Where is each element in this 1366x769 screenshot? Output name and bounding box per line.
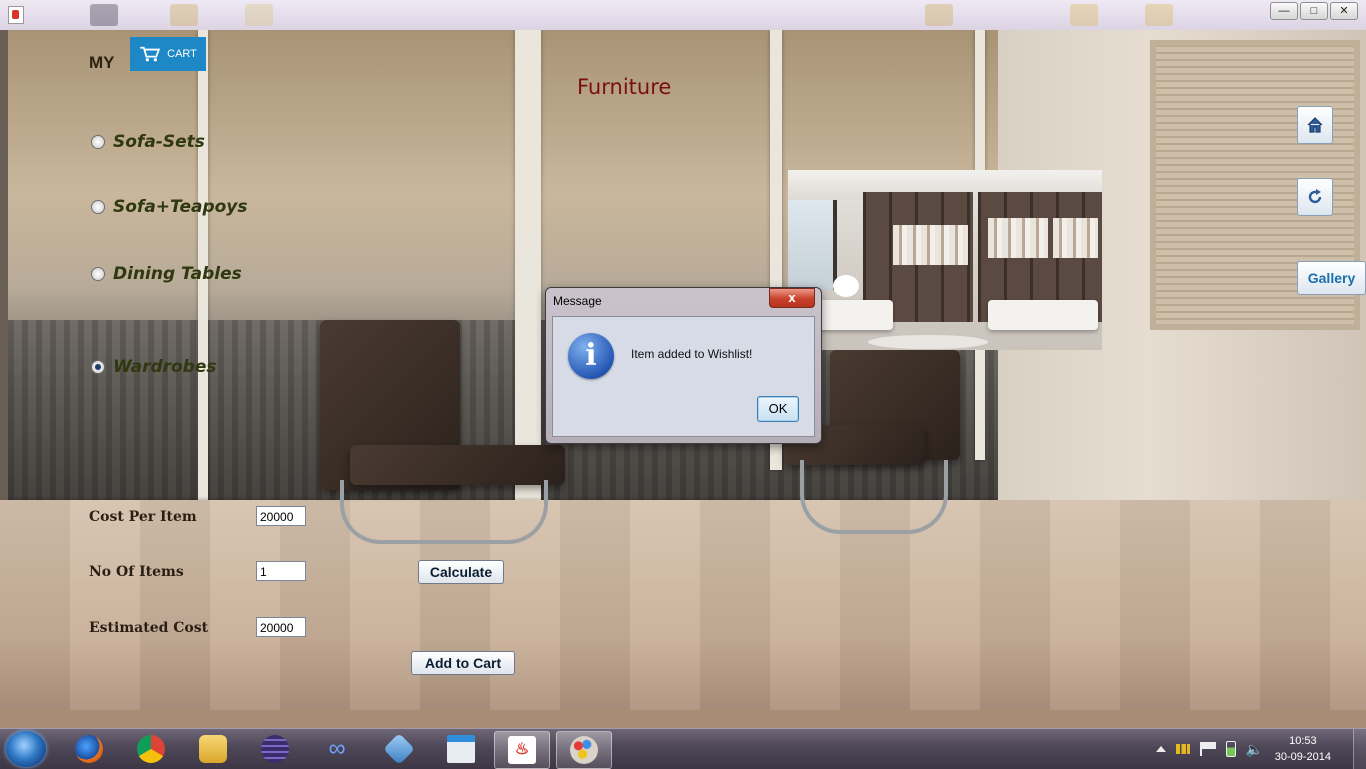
paint-icon[interactable] — [556, 731, 612, 769]
message-dialog: Message x i Item added to Wishlist! OK — [545, 287, 822, 444]
radio-button[interactable] — [91, 267, 105, 281]
taskbar: ∞ ♨ 🔈 10:53 30-09-2014 — [0, 728, 1366, 769]
radio-button[interactable] — [91, 200, 105, 214]
image-bench — [988, 300, 1098, 330]
clock-time: 10:53 — [1289, 735, 1317, 747]
eclipse-icon[interactable] — [248, 731, 302, 767]
desktop-ghost-icon — [245, 4, 273, 26]
image-clothes — [1053, 218, 1098, 258]
estimated-cost-label: Estimated Cost — [89, 620, 209, 636]
dialog-title: Message — [553, 294, 602, 308]
desktop-ghost-icon — [1070, 4, 1098, 26]
refresh-icon — [1308, 189, 1322, 204]
wardrobe-product-image — [788, 170, 1102, 350]
platform-edge — [0, 710, 1366, 728]
estimated-cost-field[interactable]: 20000 — [256, 617, 306, 637]
file-explorer-icon[interactable] — [186, 731, 240, 767]
window-title-bar: — □ ✕ — [0, 0, 1366, 31]
no-of-items-label: No Of Items — [89, 564, 184, 580]
image-clothes — [893, 225, 968, 265]
signal-icon[interactable] — [1175, 744, 1190, 754]
desktop-ghost-icon — [90, 4, 118, 26]
chair-leg — [800, 460, 948, 534]
dialog-close-button[interactable]: x — [769, 288, 815, 308]
category-label: Sofa-Sets — [113, 132, 205, 152]
java-icon[interactable]: ♨ — [494, 731, 550, 769]
add-to-cart-button[interactable]: Add to Cart — [411, 651, 515, 675]
desktop-ghost-icon — [1145, 4, 1173, 26]
firefox-icon[interactable] — [62, 731, 116, 767]
dialog-body: i Item added to Wishlist! OK — [552, 316, 815, 437]
start-button[interactable] — [6, 731, 46, 767]
category-option-sofa-teapoys[interactable]: Sofa+Teapoys — [91, 197, 248, 217]
lounge-chair-seat — [350, 445, 565, 485]
my-label: MY — [89, 53, 115, 72]
chevron-up-icon[interactable] — [1155, 746, 1166, 752]
chrome-icon[interactable] — [124, 731, 178, 767]
chair-leg — [340, 480, 548, 544]
cost-per-item-label: Cost Per Item — [89, 509, 197, 525]
window-mullion — [515, 30, 541, 500]
calculate-button[interactable]: Calculate — [418, 560, 504, 584]
image-window — [788, 200, 837, 290]
home-icon — [1307, 117, 1323, 133]
category-label: Wardrobes — [113, 357, 217, 377]
image-rug — [868, 335, 988, 349]
desktop-ghost-icon — [170, 4, 198, 26]
page-title: Furniture — [577, 75, 672, 99]
cart-label: CART — [167, 48, 197, 60]
category-label: Dining Tables — [113, 264, 242, 284]
cart-button[interactable]: CART — [130, 37, 206, 71]
gallery-button[interactable]: Gallery — [1297, 261, 1366, 295]
app-window-icon[interactable] — [434, 731, 488, 767]
radio-button[interactable] — [91, 135, 105, 149]
speaker-icon[interactable]: 🔈 — [1246, 742, 1263, 756]
info-icon: i — [568, 333, 614, 379]
image-clothes — [988, 218, 1048, 258]
category-option-sofa-sets[interactable]: Sofa-Sets — [91, 132, 205, 152]
home-button[interactable] — [1297, 106, 1333, 144]
virtualbox-icon[interactable] — [372, 731, 426, 767]
clock-date: 30-09-2014 — [1274, 751, 1331, 763]
wooden-floor — [0, 500, 1366, 728]
radio-button-selected[interactable] — [91, 360, 105, 374]
refresh-button[interactable] — [1297, 178, 1333, 216]
category-option-dining-tables[interactable]: Dining Tables — [91, 264, 242, 284]
battery-icon[interactable] — [1225, 741, 1236, 757]
maximize-icon[interactable]: □ — [1300, 2, 1328, 20]
close-icon[interactable]: ✕ — [1330, 2, 1358, 20]
no-of-items-field[interactable]: 1 — [256, 561, 306, 581]
visual-studio-icon[interactable]: ∞ — [310, 731, 364, 767]
image-lamp — [833, 275, 859, 297]
flag-icon[interactable] — [1199, 742, 1216, 756]
window-controls: — □ ✕ — [1268, 2, 1358, 20]
system-tray: 🔈 10:53 30-09-2014 — [1151, 729, 1366, 769]
clock[interactable]: 10:53 30-09-2014 — [1275, 733, 1331, 765]
desktop-ghost-icon — [925, 4, 953, 26]
ok-button[interactable]: OK — [757, 396, 799, 422]
minimize-icon[interactable]: — — [1270, 2, 1298, 20]
category-option-wardrobes[interactable]: Wardrobes — [91, 357, 217, 377]
cost-per-item-field[interactable]: 20000 — [256, 506, 306, 526]
category-label: Sofa+Teapoys — [113, 197, 248, 217]
java-app-icon — [8, 6, 24, 24]
shopping-cart-icon — [140, 46, 161, 62]
dialog-message: Item added to Wishlist! — [631, 347, 753, 361]
show-desktop-button[interactable] — [1353, 729, 1366, 769]
